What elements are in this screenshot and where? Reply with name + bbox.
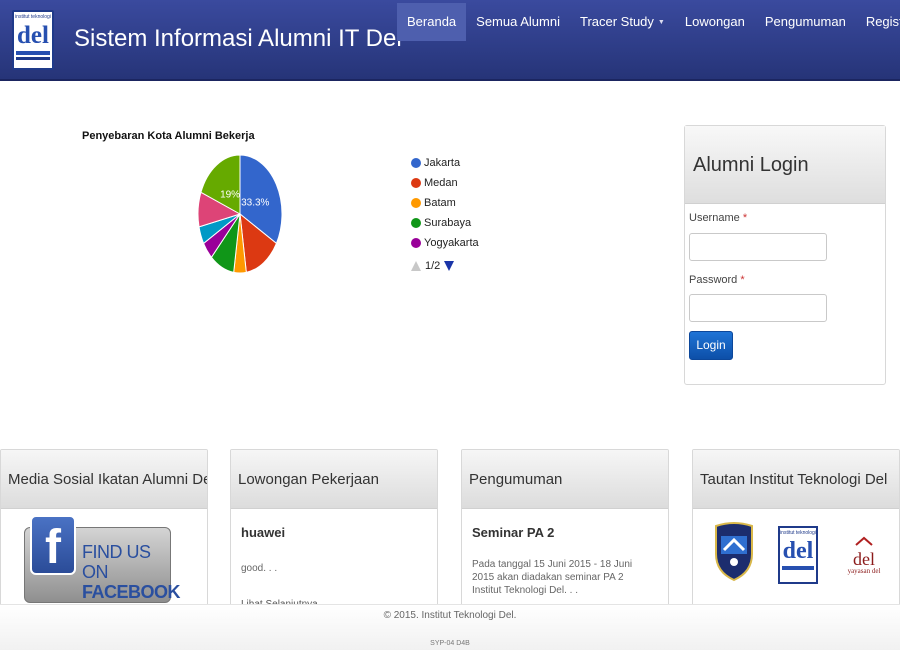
nav-semua-alumni-label: Semua Alumni	[476, 14, 560, 29]
username-label-text: Username	[689, 212, 740, 224]
password-label-text: Password	[689, 274, 738, 286]
job-summary: good. . .	[241, 563, 278, 574]
roof-icon	[855, 536, 873, 546]
yayasan-logo-word: del	[853, 549, 875, 569]
facebook-text: FIND US ON FACEBOOK	[82, 542, 181, 602]
footer-copyright: © 2015. Institut Teknologi Del.	[383, 610, 517, 621]
password-input[interactable]	[689, 294, 827, 322]
username-label: Username *	[689, 212, 747, 224]
nav-registrasi-label: Registrasi	[865, 14, 900, 29]
pie-chart: 33.3%19%	[197, 154, 283, 274]
announcement-title[interactable]: Seminar PA 2	[472, 525, 646, 540]
announcement-summary: Pada tanggal 15 Juni 2015 - 18 Juni 2015…	[472, 559, 633, 596]
facebook-banner[interactable]: f FIND US ON FACEBOOK	[24, 515, 181, 603]
legend-dot	[411, 198, 421, 208]
logo-band-lower	[16, 57, 50, 60]
caret-down-icon: ▼	[657, 18, 665, 26]
logo-word: del	[17, 22, 49, 49]
panel-social-title: Media Sosial Ikatan Alumni Del	[1, 450, 207, 509]
legend-label: Medan	[424, 177, 458, 189]
panel-links-title: Tautan Institut Teknologi Del	[693, 450, 899, 509]
password-label: Password *	[689, 274, 745, 286]
nav-beranda[interactable]: Beranda	[397, 3, 467, 41]
institution-shield-logo[interactable]	[712, 520, 756, 582]
nav-registrasi[interactable]: Registrasi	[856, 3, 900, 41]
legend-prev-icon	[411, 261, 421, 271]
panel-announcements-body: Seminar PA 2 Pada tanggal 15 Juni 2015 -…	[462, 509, 668, 597]
nav-pengumuman-label: Pengumuman	[764, 14, 846, 29]
fb-line1: FIND US ON	[82, 542, 151, 582]
legend-page-indicator: 1/2	[425, 260, 441, 272]
fb-line2: FACEBOOK	[82, 582, 181, 602]
facebook-icon: f	[30, 515, 76, 575]
main-nav: Beranda Semua Alumni Tracer Study ▼ Lowon…	[397, 3, 900, 41]
legend-dot	[411, 158, 421, 168]
pie-slice-label: 19%	[220, 190, 240, 201]
link-logo-band	[782, 566, 814, 570]
footer-code: SYP-04 D4B	[430, 640, 470, 647]
legend-dot	[411, 238, 421, 248]
legend-label: Batam	[424, 197, 456, 209]
panel-jobs-title: Lowongan Pekerjaan	[231, 450, 437, 509]
legend-dot	[411, 178, 421, 188]
username-input[interactable]	[689, 233, 827, 261]
legend-item[interactable]: Surabaya	[411, 213, 479, 233]
legend-pager: 1/2	[411, 260, 455, 272]
top-navbar: institut teknologi del Sistem Informasi …	[0, 0, 900, 81]
legend-label: Surabaya	[424, 217, 472, 229]
logo-caption: institut teknologi	[15, 14, 51, 20]
required-mark: *	[742, 212, 748, 224]
chart-legend: Jakarta Medan Batam Surabaya Yogyakarta	[411, 153, 479, 253]
legend-item[interactable]: Jakarta	[411, 153, 479, 173]
panel-announcements: Pengumuman Seminar PA 2 Pada tanggal 15 …	[461, 449, 669, 629]
footer: © 2015. Institut Teknologi Del. SYP-04 D…	[0, 604, 900, 650]
legend-label: Yogyakarta	[424, 237, 479, 249]
required-mark: *	[740, 274, 745, 286]
yayasan-logo-caption: yayasan del	[847, 567, 881, 575]
panel-jobs-body: huawei good. . . Lihat Selanjutnya	[231, 509, 437, 610]
nav-lowongan[interactable]: Lowongan	[675, 3, 755, 41]
legend-dot	[411, 218, 421, 228]
nav-lowongan-label: Lowongan	[684, 14, 745, 29]
job-title[interactable]: huawei	[241, 525, 437, 540]
legend-item[interactable]: Medan	[411, 173, 479, 193]
nav-beranda-label: Beranda	[407, 14, 457, 29]
pie-slice-label: 33.3%	[241, 198, 269, 209]
nav-tracer-study-label: Tracer Study	[579, 14, 654, 29]
link-logo-word: del	[782, 538, 814, 564]
site-title[interactable]: Sistem Informasi Alumni IT Del	[74, 25, 402, 53]
nav-semua-alumni[interactable]: Semua Alumni	[466, 3, 570, 41]
legend-label: Jakarta	[424, 157, 461, 169]
yayasan-del-logo[interactable]: del yayasan del	[845, 533, 883, 581]
login-button[interactable]: Login	[689, 331, 733, 360]
itdel-logo[interactable]: institut teknologi del	[12, 10, 54, 70]
legend-item[interactable]: Batam	[411, 193, 479, 213]
chart-title: Penyebaran Kota Alumni Bekerja	[82, 130, 255, 142]
nav-tracer-study[interactable]: Tracer Study ▼	[570, 3, 675, 41]
login-heading: Alumni Login	[685, 126, 885, 204]
nav-pengumuman[interactable]: Pengumuman	[755, 3, 856, 41]
legend-item[interactable]: Yogyakarta	[411, 233, 479, 253]
link-logo-caption: institut teknologi	[780, 530, 816, 536]
logo-band	[16, 51, 50, 55]
itdel-link-logo[interactable]: institut teknologi del	[778, 526, 818, 584]
login-panel: Alumni Login Username * Password * Login	[684, 125, 886, 385]
panel-announcements-title: Pengumuman	[462, 450, 668, 509]
legend-next-icon[interactable]	[444, 261, 455, 271]
panel-jobs: Lowongan Pekerjaan huawei good. . . Liha…	[230, 449, 438, 629]
